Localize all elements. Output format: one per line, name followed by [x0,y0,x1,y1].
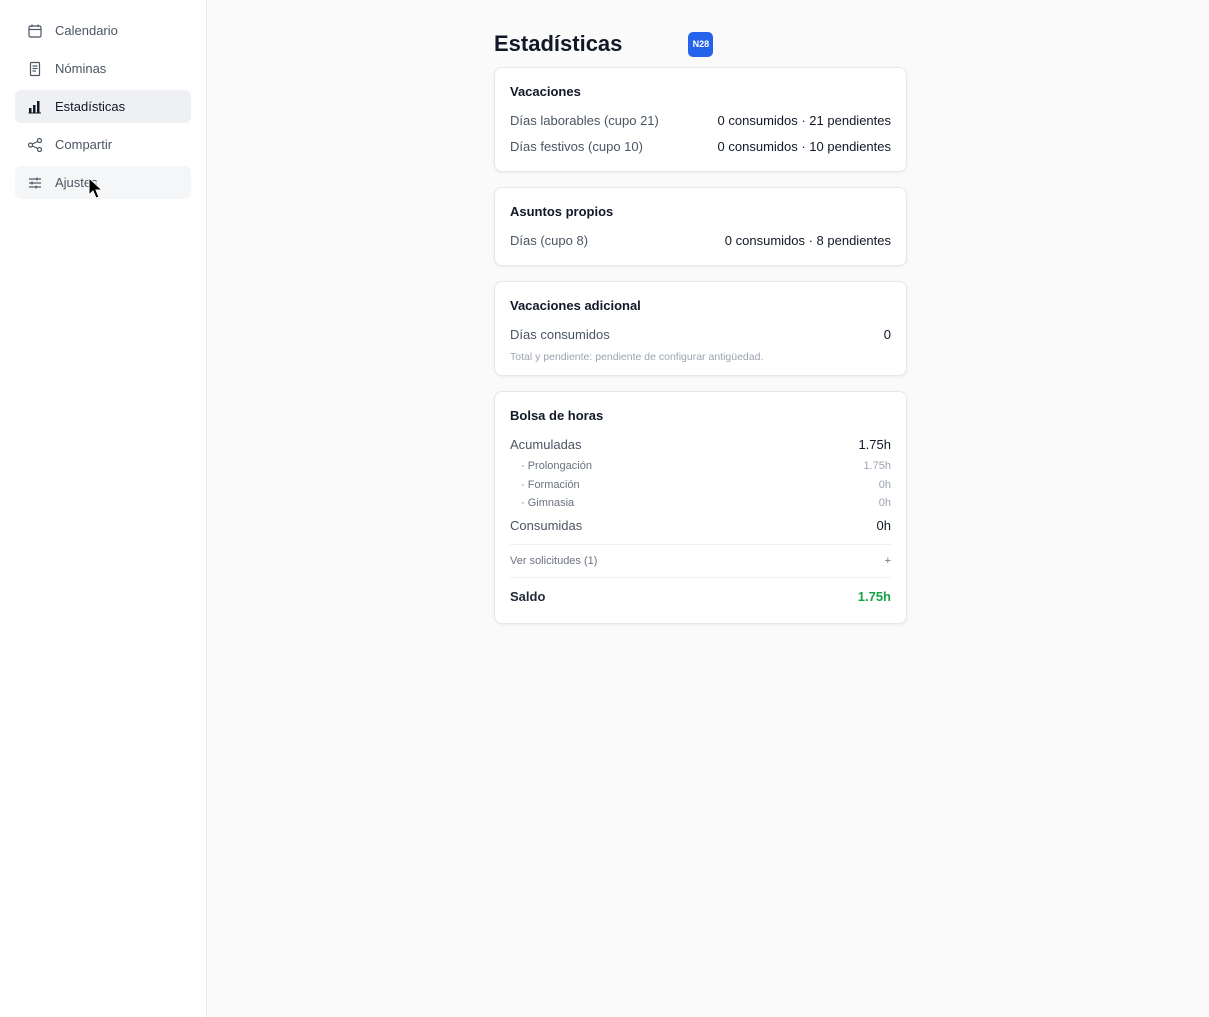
ver-solicitudes-label: Ver solicitudes (1) [510,554,598,567]
sliders-icon [27,175,43,191]
page-title: Estadísticas [494,31,623,56]
stat-row: Días festivos (cupo 10) 0 consumidos · 1… [510,133,891,159]
stat-value: 0 consumidos · 10 pendientes [717,138,891,154]
stat-value: 0 [883,326,891,342]
page-header: Estadísticas N28 [494,30,907,58]
divider [510,543,891,545]
card-asuntos-propios: Asuntos propios Días (cupo 8) 0 consumid… [494,187,907,266]
sidebar-item-label: Estadísticas [55,99,126,114]
sidebar-item-label: Compartir [55,137,113,152]
stat-row: Días (cupo 8) 0 consumidos · 8 pendiente… [510,227,891,253]
card-vacaciones-adicional: Vacaciones adicional Días consumidos 0 T… [494,281,907,376]
sidebar-item-compartir[interactable]: Compartir [15,128,191,161]
bar-chart-icon [27,99,43,115]
stat-row: Días laborables (cupo 21) 0 consumidos ·… [510,107,891,133]
share-icon [27,137,43,153]
card-title: Vacaciones adicional [510,298,641,313]
saldo-row: Saldo 1.75h [510,583,891,611]
stat-label: Acumuladas [510,436,582,452]
document-icon [27,61,43,77]
sidebar-item-calendario[interactable]: Calendario [15,14,191,47]
stat-sublabel: · Prolongación [521,460,592,473]
card-title: Asuntos propios [510,204,614,219]
stat-row-consumidas: Consumidas 0h [510,513,891,539]
stat-value: 1.75h [858,436,891,452]
user-badge: N28 [688,31,714,57]
sidebar-item-estadisticas[interactable]: Estadísticas [15,90,191,123]
stat-subrow: · Gimnasia 0h [510,494,891,513]
stat-label: Consumidas [510,518,583,533]
card-title: Bolsa de horas [510,408,604,423]
stat-subvalue: 1.75h [863,460,891,473]
stat-sublabel: · Gimnasia [521,497,575,510]
card-title: Vacaciones [510,84,581,99]
expand-plus-icon: + [884,554,891,567]
stat-subrow: · Formación 0h [510,476,891,495]
sidebar-item-label: Calendario [55,23,118,38]
divider [510,576,891,578]
stat-subvalue: 0h [878,497,891,510]
stat-subrow: · Prolongación 1.75h [510,457,891,476]
sidebar-item-label: Nóminas [55,61,107,76]
stat-row-acumuladas: Acumuladas 1.75h [510,431,891,457]
stat-label: Días (cupo 8) [510,232,589,248]
stat-label: Días laborables (cupo 21) [510,112,659,128]
card-vacaciones: Vacaciones Días laborables (cupo 21) 0 c… [494,67,907,172]
main-content: Estadísticas N28 Vacaciones Días laborab… [494,30,907,639]
saldo-value: 1.75h [857,589,891,604]
stat-row: Días consumidos 0 [510,321,891,347]
stat-value: 0h [876,518,891,533]
stat-sublabel: · Formación [521,478,580,491]
ver-solicitudes-toggle[interactable]: Ver solicitudes (1) + [510,550,891,572]
calendar-icon [27,23,43,39]
stat-label: Días consumidos [510,326,610,342]
sidebar: Calendario Nóminas Estadísticas Comparti… [0,0,207,1017]
card-note: Total y pendiente: pendiente de configur… [510,351,764,363]
saldo-label: Saldo [510,589,546,604]
stat-subvalue: 0h [878,478,891,491]
sidebar-item-nominas[interactable]: Nóminas [15,52,191,85]
stat-value: 0 consumidos · 21 pendientes [717,112,891,128]
card-bolsa-de-horas: Bolsa de horas Acumuladas 1.75h · Prolon… [494,391,907,624]
stat-value: 0 consumidos · 8 pendientes [724,232,891,248]
stat-label: Días festivos (cupo 10) [510,138,643,154]
mouse-cursor-icon [88,177,104,199]
